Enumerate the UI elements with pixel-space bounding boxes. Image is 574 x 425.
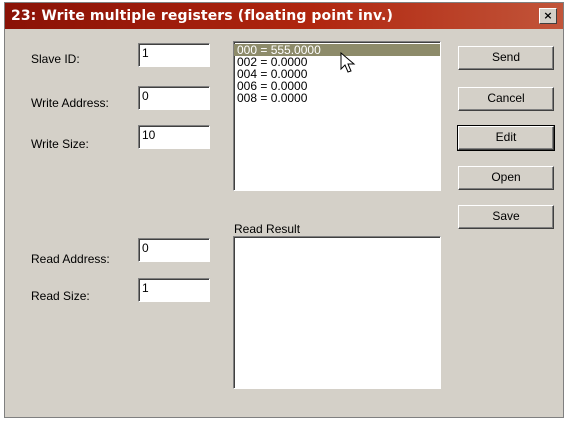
write-address-field[interactable]: 0	[138, 86, 210, 110]
window-title: 23: Write multiple registers (floating p…	[11, 8, 393, 24]
dialog-window: 23: Write multiple registers (floating p…	[4, 2, 564, 418]
read-address-label: Read Address:	[31, 252, 110, 266]
write-address-label: Write Address:	[31, 96, 109, 110]
read-result-box[interactable]	[233, 236, 441, 389]
read-address-field[interactable]: 0	[138, 238, 210, 262]
edit-button[interactable]: Edit	[457, 125, 555, 151]
write-size-label: Write Size:	[31, 137, 89, 151]
open-button[interactable]: Open	[458, 166, 554, 190]
write-size-field[interactable]: 10	[138, 125, 210, 149]
list-item[interactable]: 008 = 0.0000	[234, 92, 440, 104]
slave-id-field[interactable]: 1	[138, 43, 210, 67]
read-result-label: Read Result	[234, 222, 301, 236]
slave-id-label: Slave ID:	[31, 52, 80, 66]
cancel-button[interactable]: Cancel	[458, 87, 554, 111]
read-size-label: Read Size:	[31, 289, 90, 303]
read-size-field[interactable]: 1	[138, 278, 210, 302]
write-values-items: 000 = 555.0000 002 = 0.0000 004 = 0.0000…	[234, 42, 440, 104]
send-button[interactable]: Send	[458, 46, 554, 70]
title-bar[interactable]: 23: Write multiple registers (floating p…	[5, 3, 563, 29]
mouse-pointer-icon	[340, 52, 356, 73]
write-values-list[interactable]: 000 = 555.0000 002 = 0.0000 004 = 0.0000…	[233, 41, 441, 191]
close-button[interactable]: ×	[539, 8, 557, 24]
close-icon: ×	[543, 9, 553, 22]
save-button[interactable]: Save	[458, 205, 554, 229]
